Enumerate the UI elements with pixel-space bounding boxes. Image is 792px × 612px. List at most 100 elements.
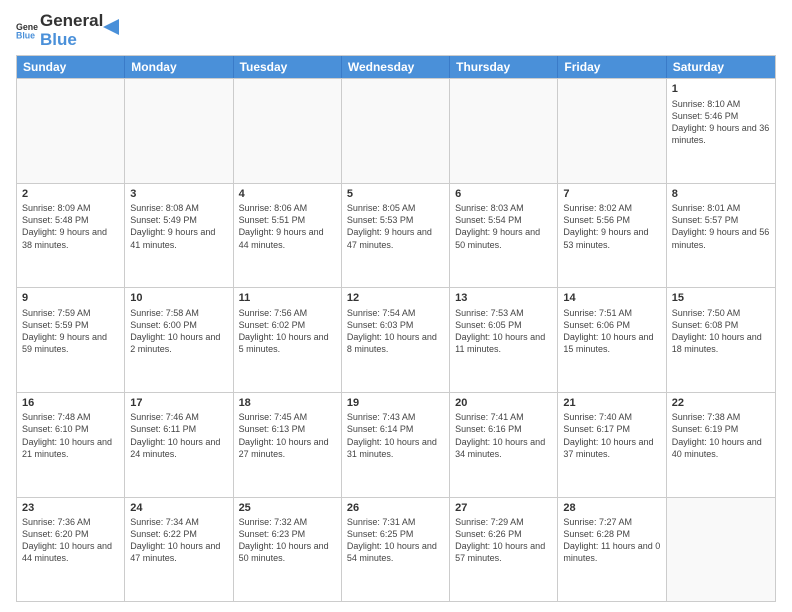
day-cell-19: 19Sunrise: 7:43 AM Sunset: 6:14 PM Dayli… — [342, 393, 450, 497]
day-info: Sunrise: 8:10 AM Sunset: 5:46 PM Dayligh… — [672, 98, 770, 147]
day-number: 6 — [455, 187, 552, 201]
day-info: Sunrise: 7:45 AM Sunset: 6:13 PM Dayligh… — [239, 411, 336, 460]
day-cell-3: 3Sunrise: 8:08 AM Sunset: 5:49 PM Daylig… — [125, 184, 233, 288]
day-info: Sunrise: 7:51 AM Sunset: 6:06 PM Dayligh… — [563, 307, 660, 356]
day-number: 10 — [130, 291, 227, 305]
day-info: Sunrise: 7:34 AM Sunset: 6:22 PM Dayligh… — [130, 516, 227, 565]
logo-general: General — [40, 12, 103, 31]
logo-blue: Blue — [40, 31, 103, 50]
day-cell-13: 13Sunrise: 7:53 AM Sunset: 6:05 PM Dayli… — [450, 288, 558, 392]
day-cell-22: 22Sunrise: 7:38 AM Sunset: 6:19 PM Dayli… — [667, 393, 775, 497]
day-number: 22 — [672, 396, 770, 410]
day-number: 16 — [22, 396, 119, 410]
day-cell-4: 4Sunrise: 8:06 AM Sunset: 5:51 PM Daylig… — [234, 184, 342, 288]
day-number: 21 — [563, 396, 660, 410]
day-info: Sunrise: 7:50 AM Sunset: 6:08 PM Dayligh… — [672, 307, 770, 356]
day-cell-empty — [558, 79, 666, 183]
day-cell-8: 8Sunrise: 8:01 AM Sunset: 5:57 PM Daylig… — [667, 184, 775, 288]
day-cell-2: 2Sunrise: 8:09 AM Sunset: 5:48 PM Daylig… — [17, 184, 125, 288]
logo-arrow-icon — [101, 17, 121, 37]
day-cell-24: 24Sunrise: 7:34 AM Sunset: 6:22 PM Dayli… — [125, 498, 233, 602]
day-number: 7 — [563, 187, 660, 201]
day-number: 9 — [22, 291, 119, 305]
day-info: Sunrise: 7:38 AM Sunset: 6:19 PM Dayligh… — [672, 411, 770, 460]
weekday-header-monday: Monday — [125, 56, 233, 78]
day-cell-5: 5Sunrise: 8:05 AM Sunset: 5:53 PM Daylig… — [342, 184, 450, 288]
day-cell-9: 9 Sunrise: 7:59 AM Sunset: 5:59 PM Daylig… — [17, 288, 125, 392]
day-number: 26 — [347, 501, 444, 515]
day-cell-12: 12Sunrise: 7:54 AM Sunset: 6:03 PM Dayli… — [342, 288, 450, 392]
day-info: Sunrise: 7:43 AM Sunset: 6:14 PM Dayligh… — [347, 411, 444, 460]
calendar-row-4: 16Sunrise: 7:48 AM Sunset: 6:10 PM Dayli… — [17, 392, 775, 497]
day-number: 2 — [22, 187, 119, 201]
day-cell-empty — [342, 79, 450, 183]
day-number: 25 — [239, 501, 336, 515]
day-number: 15 — [672, 291, 770, 305]
day-number: 19 — [347, 396, 444, 410]
day-number: 27 — [455, 501, 552, 515]
day-number: 28 — [563, 501, 660, 515]
day-info: Sunrise: 7:41 AM Sunset: 6:16 PM Dayligh… — [455, 411, 552, 460]
day-cell-empty — [234, 79, 342, 183]
day-cell-18: 18Sunrise: 7:45 AM Sunset: 6:13 PM Dayli… — [234, 393, 342, 497]
day-number: 14 — [563, 291, 660, 305]
day-cell-26: 26Sunrise: 7:31 AM Sunset: 6:25 PM Dayli… — [342, 498, 450, 602]
day-info: Sunrise: 7:46 AM Sunset: 6:11 PM Dayligh… — [130, 411, 227, 460]
day-number: 1 — [672, 82, 770, 96]
calendar-row-3: 9 Sunrise: 7:59 AM Sunset: 5:59 PM Daylig… — [17, 287, 775, 392]
svg-text:Blue: Blue — [16, 30, 35, 40]
weekday-header-friday: Friday — [558, 56, 666, 78]
day-cell-23: 23Sunrise: 7:36 AM Sunset: 6:20 PM Dayli… — [17, 498, 125, 602]
day-info: Sunrise: 7:56 AM Sunset: 6:02 PM Dayligh… — [239, 307, 336, 356]
day-cell-16: 16Sunrise: 7:48 AM Sunset: 6:10 PM Dayli… — [17, 393, 125, 497]
day-cell-21: 21Sunrise: 7:40 AM Sunset: 6:17 PM Dayli… — [558, 393, 666, 497]
day-info: Sunrise: 8:01 AM Sunset: 5:57 PM Dayligh… — [672, 202, 770, 251]
day-cell-empty — [17, 79, 125, 183]
day-cell-11: 11 Sunrise: 7:56 AM Sunset: 6:02 PM Dayli… — [234, 288, 342, 392]
day-cell-empty — [125, 79, 233, 183]
day-number: 23 — [22, 501, 119, 515]
day-number: 18 — [239, 396, 336, 410]
weekday-header-tuesday: Tuesday — [234, 56, 342, 78]
day-cell-27: 27Sunrise: 7:29 AM Sunset: 6:26 PM Dayli… — [450, 498, 558, 602]
day-info: Sunrise: 8:02 AM Sunset: 5:56 PM Dayligh… — [563, 202, 660, 251]
calendar-row-1: 1 Sunrise: 8:10 AM Sunset: 5:46 PM Daylig… — [17, 78, 775, 183]
day-info: Sunrise: 7:53 AM Sunset: 6:05 PM Dayligh… — [455, 307, 552, 356]
day-number: 24 — [130, 501, 227, 515]
day-number: 11 — [239, 291, 336, 305]
logo: General Blue General Blue — [16, 12, 121, 49]
day-cell-17: 17Sunrise: 7:46 AM Sunset: 6:11 PM Dayli… — [125, 393, 233, 497]
day-number: 3 — [130, 187, 227, 201]
day-info: Sunrise: 7:36 AM Sunset: 6:20 PM Dayligh… — [22, 516, 119, 565]
day-cell-7: 7Sunrise: 8:02 AM Sunset: 5:56 PM Daylig… — [558, 184, 666, 288]
day-info: Sunrise: 8:08 AM Sunset: 5:49 PM Dayligh… — [130, 202, 227, 251]
day-number: 4 — [239, 187, 336, 201]
day-info: Sunrise: 7:58 AM Sunset: 6:00 PM Dayligh… — [130, 307, 227, 356]
day-info: Sunrise: 7:59 AM Sunset: 5:59 PM Dayligh… — [22, 307, 119, 356]
day-info: Sunrise: 7:31 AM Sunset: 6:25 PM Dayligh… — [347, 516, 444, 565]
day-info: Sunrise: 8:03 AM Sunset: 5:54 PM Dayligh… — [455, 202, 552, 251]
calendar-row-2: 2Sunrise: 8:09 AM Sunset: 5:48 PM Daylig… — [17, 183, 775, 288]
day-cell-empty — [450, 79, 558, 183]
calendar-row-5: 23Sunrise: 7:36 AM Sunset: 6:20 PM Dayli… — [17, 497, 775, 602]
day-cell-1: 1 Sunrise: 8:10 AM Sunset: 5:46 PM Daylig… — [667, 79, 775, 183]
weekday-header-thursday: Thursday — [450, 56, 558, 78]
calendar-body: 1 Sunrise: 8:10 AM Sunset: 5:46 PM Daylig… — [17, 78, 775, 601]
day-info: Sunrise: 7:40 AM Sunset: 6:17 PM Dayligh… — [563, 411, 660, 460]
day-info: Sunrise: 7:32 AM Sunset: 6:23 PM Dayligh… — [239, 516, 336, 565]
day-cell-20: 20Sunrise: 7:41 AM Sunset: 6:16 PM Dayli… — [450, 393, 558, 497]
day-info: Sunrise: 7:29 AM Sunset: 6:26 PM Dayligh… — [455, 516, 552, 565]
day-info: Sunrise: 8:05 AM Sunset: 5:53 PM Dayligh… — [347, 202, 444, 251]
day-cell-empty — [667, 498, 775, 602]
day-info: Sunrise: 7:27 AM Sunset: 6:28 PM Dayligh… — [563, 516, 660, 565]
weekday-header-saturday: Saturday — [667, 56, 775, 78]
day-cell-28: 28Sunrise: 7:27 AM Sunset: 6:28 PM Dayli… — [558, 498, 666, 602]
day-cell-25: 25Sunrise: 7:32 AM Sunset: 6:23 PM Dayli… — [234, 498, 342, 602]
day-info: Sunrise: 8:09 AM Sunset: 5:48 PM Dayligh… — [22, 202, 119, 251]
day-number: 12 — [347, 291, 444, 305]
weekday-header-wednesday: Wednesday — [342, 56, 450, 78]
day-number: 8 — [672, 187, 770, 201]
header: General Blue General Blue — [16, 12, 776, 49]
day-cell-6: 6Sunrise: 8:03 AM Sunset: 5:54 PM Daylig… — [450, 184, 558, 288]
weekday-header-sunday: Sunday — [17, 56, 125, 78]
